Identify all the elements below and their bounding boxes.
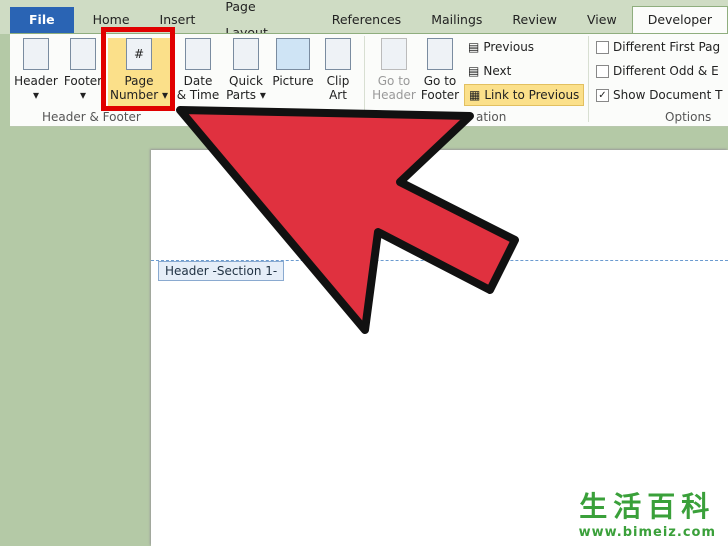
watermark-logo: 生活百科 www.bimeiz.com <box>579 485 716 540</box>
pointer-arrow <box>176 106 519 334</box>
watermark-text: 生活百科 <box>579 490 716 523</box>
arrow-icon <box>176 106 519 334</box>
watermark-url: www.bimeiz.com <box>578 525 716 540</box>
